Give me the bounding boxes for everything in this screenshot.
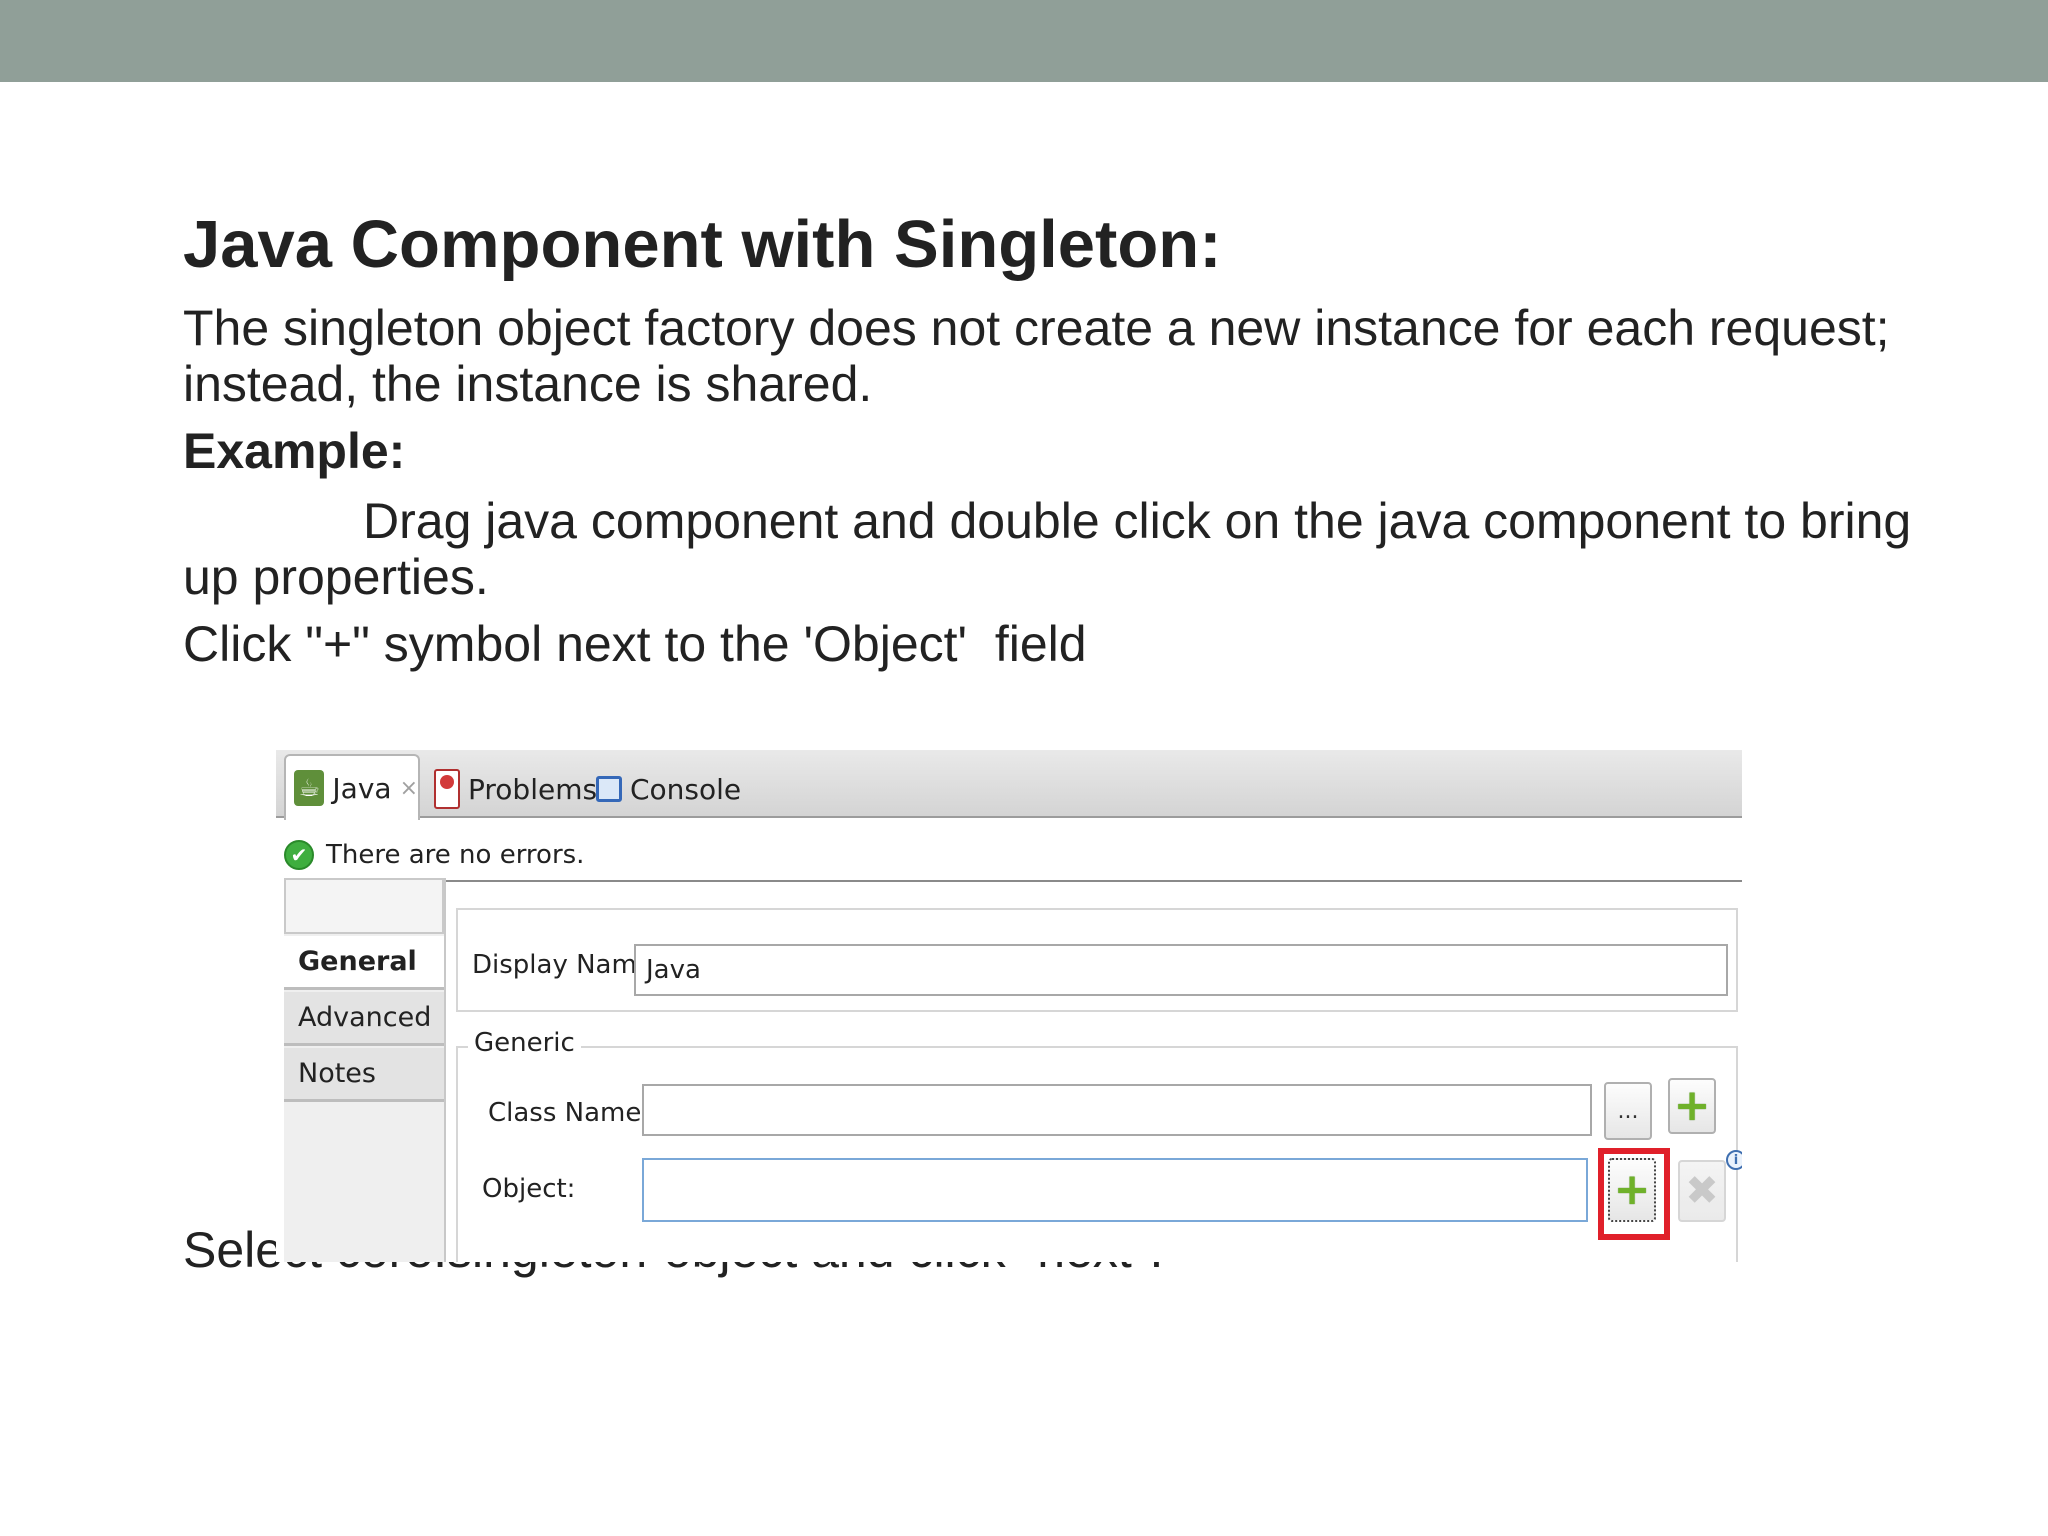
side-nav-item-advanced[interactable]: Advanced [284, 992, 444, 1046]
plus-icon: + [1673, 1080, 1711, 1131]
browse-class-button[interactable]: ... [1604, 1082, 1652, 1140]
add-object-button[interactable]: + [1608, 1158, 1656, 1222]
success-check-icon: ✔ [284, 840, 314, 870]
object-field[interactable] [642, 1158, 1588, 1222]
status-row: ✔ There are no errors. [284, 830, 1742, 882]
top-band [0, 0, 2048, 82]
instruction-drag-text: Drag java component and double click on … [183, 493, 1912, 605]
remove-x-icon: ✖ [1685, 1168, 1719, 1214]
plus-icon: + [1613, 1164, 1651, 1215]
instruction-click-plus: Click "+" symbol next to the 'Object' fi… [183, 616, 1087, 672]
side-nav-spacer [284, 878, 444, 934]
generic-group: Generic Class Name: ... + Object: + ✖ i [456, 1028, 1742, 1262]
console-icon [596, 776, 622, 802]
tab-java[interactable]: ☕ Java × [284, 754, 420, 820]
instruction-drag: Drag java component and double click on … [183, 493, 1963, 605]
display-name-field[interactable]: Java [634, 944, 1728, 996]
side-nav-item-general[interactable]: General [284, 936, 444, 990]
intro-paragraph: The singleton object factory does not cr… [183, 300, 1890, 412]
generic-legend: Generic [468, 1028, 581, 1058]
slide: Java Component with Singleton: The singl… [0, 0, 2048, 1536]
slide-title: Java Component with Singleton: [183, 207, 1222, 282]
properties-form: Display Name: Java Generic Class Name: .… [456, 908, 1742, 1262]
display-name-group: Display Name: Java [456, 908, 1738, 1012]
side-nav: General Advanced Notes [284, 878, 446, 1262]
problems-icon [434, 769, 460, 809]
java-component-icon: ☕ [294, 770, 325, 806]
tab-console[interactable]: Console [596, 760, 741, 818]
add-class-button[interactable]: + [1668, 1078, 1716, 1134]
status-text: There are no errors. [326, 840, 585, 870]
info-icon[interactable]: i [1726, 1150, 1742, 1170]
properties-panel-screenshot: ☕ Java × Problems Console ✔ There are no… [276, 750, 1742, 1262]
class-name-field[interactable] [642, 1084, 1592, 1136]
tab-problems[interactable]: Problems [434, 760, 597, 818]
class-name-label: Class Name: [488, 1098, 651, 1128]
tab-problems-label: Problems [468, 772, 598, 806]
remove-object-button[interactable]: ✖ [1678, 1160, 1726, 1222]
object-label: Object: [482, 1174, 576, 1204]
side-nav-item-notes[interactable]: Notes [284, 1048, 444, 1102]
example-label: Example: [183, 423, 406, 479]
tab-java-label: Java [332, 771, 392, 805]
tab-console-label: Console [630, 772, 742, 806]
close-icon[interactable]: × [400, 776, 418, 801]
view-tab-bar: ☕ Java × Problems Console [276, 750, 1742, 820]
